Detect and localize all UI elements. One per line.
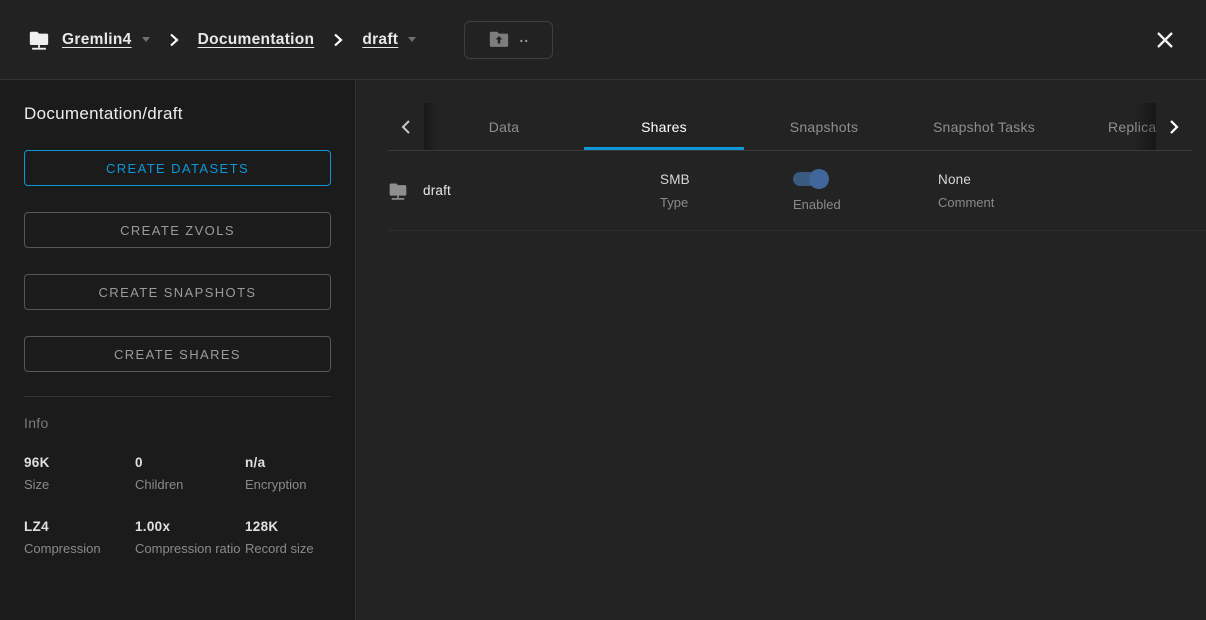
share-name: draft <box>423 183 451 198</box>
main-panel: Data Shares Snapshots Snapshot Tasks Rep… <box>356 80 1206 620</box>
chevron-down-icon[interactable] <box>408 37 416 42</box>
tab-shares[interactable]: Shares <box>584 103 744 150</box>
tab-replication[interactable]: Replication <box>1064 103 1156 150</box>
tabs-scroll-right-button[interactable] <box>1156 103 1192 150</box>
network-folder-icon <box>388 181 408 201</box>
tab-snapshots[interactable]: Snapshots <box>744 103 904 150</box>
share-name-cell: draft <box>388 181 660 201</box>
sidebar: Documentation/draft CREATE DATASETS CREA… <box>0 80 356 620</box>
stat-value: LZ4 <box>24 519 135 534</box>
topbar: Gremlin4 Documentation draft .. <box>0 0 1206 80</box>
toggle-thumb <box>809 169 829 189</box>
create-shares-button[interactable]: CREATE SHARES <box>24 336 331 372</box>
close-button[interactable] <box>1150 25 1180 55</box>
parent-folder-button[interactable]: .. <box>464 21 553 59</box>
share-enabled-cell: Enabled <box>793 169 938 212</box>
stat-encryption: n/a Encryption <box>245 455 331 493</box>
parent-folder-label: .. <box>519 32 529 42</box>
stat-record-size: 128K Record size <box>245 519 331 557</box>
share-comment-label: Comment <box>938 195 1206 210</box>
tab-bar: Data Shares Snapshots Snapshot Tasks Rep… <box>388 103 1192 151</box>
create-zvols-button[interactable]: CREATE ZVOLS <box>24 212 331 248</box>
folder-up-icon <box>488 29 510 51</box>
share-comment-cell: None Comment <box>938 172 1206 210</box>
sidebar-divider <box>24 396 331 397</box>
share-type-value: SMB <box>660 172 793 187</box>
chevron-down-icon[interactable] <box>142 37 150 42</box>
stat-value: 128K <box>245 519 331 534</box>
info-grid: 96K Size 0 Children n/a Encryption LZ4 C… <box>24 455 331 557</box>
tab-list: Data Shares Snapshots Snapshot Tasks Rep… <box>424 103 1156 150</box>
chevron-right-icon <box>1169 119 1179 135</box>
tab-data[interactable]: Data <box>424 103 584 150</box>
share-enabled-toggle[interactable] <box>793 169 829 189</box>
tab-snapshot-tasks[interactable]: Snapshot Tasks <box>904 103 1064 150</box>
network-folder-icon <box>28 29 50 51</box>
stat-value: n/a <box>245 455 331 470</box>
breadcrumb-system[interactable]: Gremlin4 <box>62 31 132 49</box>
breadcrumb-draft[interactable]: draft <box>362 31 398 49</box>
chevron-right-icon <box>333 33 343 47</box>
breadcrumb-documentation[interactable]: Documentation <box>198 31 315 49</box>
stat-label: Compression ratio <box>135 540 245 557</box>
stat-value: 0 <box>135 455 245 470</box>
share-enabled-label: Enabled <box>793 197 938 212</box>
stat-label: Children <box>135 476 245 493</box>
close-icon <box>1156 31 1174 49</box>
stat-compression: LZ4 Compression <box>24 519 135 557</box>
stat-value: 1.00x <box>135 519 245 534</box>
share-row: draft SMB Type Enabled None Comment <box>388 151 1206 231</box>
chevron-right-icon <box>169 33 179 47</box>
stat-label: Encryption <box>245 476 331 493</box>
create-datasets-button[interactable]: CREATE DATASETS <box>24 150 331 186</box>
share-type-cell: SMB Type <box>660 172 793 210</box>
share-comment-value: None <box>938 172 1206 187</box>
create-snapshots-button[interactable]: CREATE SNAPSHOTS <box>24 274 331 310</box>
stat-size: 96K Size <box>24 455 135 493</box>
stat-label: Record size <box>245 540 331 557</box>
page-title: Documentation/draft <box>24 104 331 124</box>
stat-label: Size <box>24 476 135 493</box>
stat-children: 0 Children <box>135 455 245 493</box>
stat-label: Compression <box>24 540 135 557</box>
tabs-scroll-left-button[interactable] <box>388 103 424 150</box>
stat-compression-ratio: 1.00x Compression ratio <box>135 519 245 557</box>
stat-value: 96K <box>24 455 135 470</box>
share-type-label: Type <box>660 195 793 210</box>
info-heading: Info <box>24 415 331 431</box>
chevron-left-icon <box>401 119 411 135</box>
